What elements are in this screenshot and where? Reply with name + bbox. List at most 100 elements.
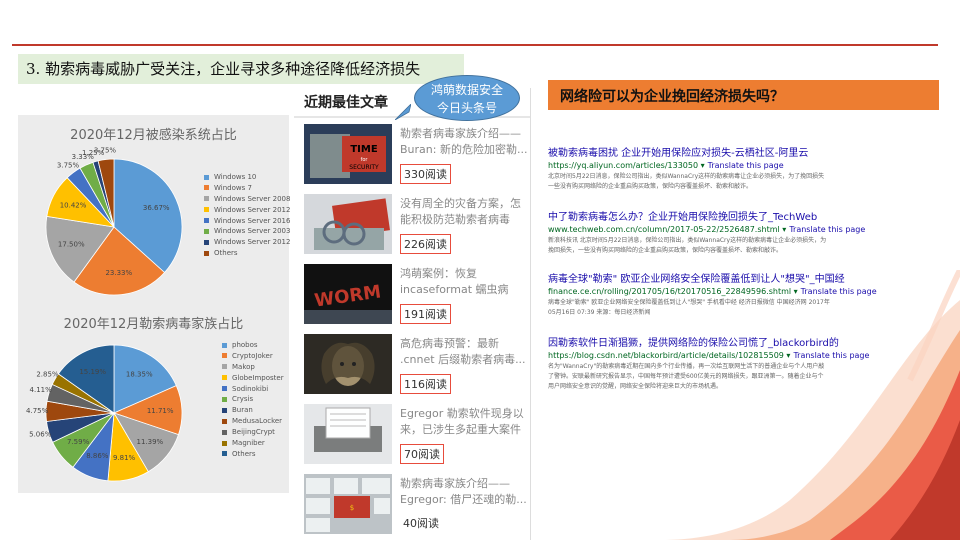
- article-item[interactable]: Egregor 勒索软件现身以来，已涉生多起重大案件 70阅读: [304, 404, 528, 472]
- legend-item: GlobeImposter: [222, 373, 284, 384]
- legend-swatch: [222, 353, 227, 359]
- search-result-snippet: 一些没有购买网络险的企业重启购买政策，保险内容覆盖损坏、勒索和敲诈。: [548, 183, 753, 190]
- pie-slice-label: 5.06%: [29, 431, 52, 439]
- legend-label: phobos: [232, 341, 258, 349]
- article-thumbnail[interactable]: [304, 194, 392, 254]
- legend-label: CryptoJoker: [232, 351, 273, 360]
- legend-swatch: [222, 429, 227, 435]
- pie-slice-label: 11.71%: [147, 407, 174, 415]
- legend-label: Others: [214, 249, 238, 258]
- title-divider-line: [12, 44, 938, 46]
- pie-slice-label: 11.39%: [137, 438, 164, 446]
- legend-swatch: [222, 451, 227, 457]
- source-callout-bubble: 鸿萌数据安全 今日头条号: [414, 75, 520, 121]
- article-item[interactable]: $ 勒索病毒家族介绍——Egregor: 借尸还魂的勒... 40阅读: [304, 474, 528, 542]
- pie-slice-label: 7.59%: [67, 438, 90, 446]
- legend-item: Windows Server 2008: [204, 194, 290, 205]
- legend-swatch: [204, 250, 209, 256]
- chart-title-ransomware-families: 2020年12月勒索病毒家族占比: [63, 317, 244, 332]
- article-title[interactable]: 勒索病毒家族介绍——Egregor: 借尸还魂的勒...: [400, 476, 528, 508]
- legend-label: Makop: [232, 362, 255, 371]
- legend-swatch: [222, 407, 227, 413]
- article-item[interactable]: WORM 鸿萌案例：恢复 incaseformat 蠕虫病毒... 191阅读: [304, 264, 528, 332]
- pie-slice-label: 8.86%: [86, 452, 109, 460]
- legend-label: Magniber: [232, 439, 265, 448]
- legend-label: Others: [232, 449, 256, 458]
- dropdown-arrow-icon[interactable]: ▾: [698, 161, 705, 170]
- article-thumbnail[interactable]: [304, 404, 392, 464]
- svg-text:TIME: TIME: [350, 144, 377, 155]
- article-thumbnail[interactable]: $: [304, 474, 392, 534]
- legend-label: MedusaLocker: [232, 417, 283, 426]
- svg-text:SECURITY: SECURITY: [349, 164, 379, 171]
- article-thumbnail[interactable]: TIME for SECURITY: [304, 124, 392, 184]
- translate-link[interactable]: Translate this page: [708, 161, 784, 170]
- legend-swatch: [204, 185, 209, 191]
- legend-swatch: [222, 386, 227, 392]
- legend-infected-systems: Windows 10 Windows 7 Windows Server 2008 Wi…: [204, 172, 290, 259]
- legend-item: phobos: [222, 340, 284, 351]
- svg-text:$: $: [350, 504, 354, 512]
- legend-swatch: [222, 342, 227, 348]
- legend-item: Windows Server 2012: [204, 205, 290, 216]
- article-list-title: 近期最佳文章: [304, 95, 388, 111]
- legend-item: CryptoJoker: [222, 351, 284, 362]
- article-read-count: 226阅读: [400, 234, 451, 254]
- charts-panel: 2020年12月被感染系统占比 36.67% 23.33% 17.50% 10.42%…: [18, 115, 290, 493]
- legend-item: Windows Server 2012: [204, 237, 290, 248]
- search-result: 被勒索病毒困扰 企业开始用保险应对损失-云栖社区-阿里云 https://yq.…: [548, 144, 888, 192]
- search-result-snippet: 挽回损失，一些没有购买网络险的企业重启购买政策，保险内容覆盖损坏、勒索和敲诈。: [548, 247, 783, 254]
- legend-item: Buran: [222, 405, 284, 416]
- legend-item: Windows 7: [204, 183, 290, 194]
- article-title[interactable]: 没有周全的灾备方案，怎能积极防范勒索者病毒: [400, 196, 528, 228]
- dropdown-arrow-icon[interactable]: ▾: [780, 225, 786, 234]
- article-item[interactable]: 高危病毒预警：最新 .cnnet 后缀勒索者病毒... 116阅读: [304, 334, 528, 402]
- legend-swatch: [222, 364, 227, 370]
- legend-item: MedusaLocker: [222, 416, 284, 427]
- translate-link[interactable]: Translate this page: [789, 225, 865, 234]
- legend-label: Windows 10: [214, 173, 257, 181]
- legend-item: Magniber: [222, 438, 284, 449]
- pie-slice-label: 3.75%: [57, 161, 80, 169]
- search-result-title[interactable]: 被勒索病毒困扰 企业开始用保险应对损失-云栖社区-阿里云: [548, 144, 888, 159]
- article-thumbnail[interactable]: WORM: [304, 264, 392, 324]
- article-title[interactable]: Egregor 勒索软件现身以来，已涉生多起重大案件: [400, 406, 528, 438]
- question-text: 网络险可以为企业挽回经济损失吗？: [560, 89, 784, 105]
- legend-swatch: [204, 207, 209, 213]
- legend-item: Windows 10: [204, 172, 290, 183]
- pie-slice-label: 3.75%: [94, 147, 117, 155]
- legend-item: Makop: [222, 362, 284, 373]
- legend-item: Windows Server 2003: [204, 226, 290, 237]
- article-read-count: 116阅读: [400, 374, 451, 394]
- legend-label: Sodinokibi: [232, 384, 269, 393]
- article-thumbnail[interactable]: [304, 334, 392, 394]
- legend-label: BeijingCrypt: [232, 428, 275, 437]
- legend-swatch: [204, 196, 209, 202]
- article-title[interactable]: 勒索者病毒家族介绍——Buran: 新的危险加密勒...: [400, 126, 528, 158]
- pie-slice-label: 17.50%: [58, 241, 85, 249]
- article-list-panel: 近期最佳文章 TIME for SECURITY 勒索者病毒家族介绍——Buran:…: [294, 88, 531, 540]
- legend-label: GlobeImposter: [232, 373, 284, 382]
- article-read-count: 330阅读: [400, 164, 451, 184]
- legend-swatch: [222, 440, 227, 446]
- search-result-url: https://yq.aliyun.com/articles/133050 ▾ T…: [548, 161, 888, 170]
- bubble-tail: [395, 104, 411, 120]
- search-result-title[interactable]: 中了勒索病毒怎么办？企业开始用保险挽回损失了_TechWeb: [548, 208, 888, 223]
- search-result: 中了勒索病毒怎么办？企业开始用保险挽回损失了_TechWeb www.techw…: [548, 208, 888, 256]
- svg-text:for: for: [361, 157, 369, 163]
- article-title[interactable]: 高危病毒预警：最新 .cnnet 后缀勒索者病毒...: [400, 336, 528, 368]
- legend-label: Windows Server 2008: [214, 194, 291, 203]
- legend-label: Windows Server 2012: [214, 205, 291, 214]
- legend-label: Windows Server 2003: [214, 227, 291, 236]
- legend-swatch: [204, 174, 209, 180]
- legend-label: Buran: [232, 406, 253, 415]
- decorative-wave: [660, 270, 960, 540]
- article-title[interactable]: 鸿萌案例：恢复 incaseformat 蠕虫病毒...: [400, 266, 528, 298]
- question-banner: 网络险可以为企业挽回经济损失吗？: [548, 80, 939, 110]
- legend-label: Windows Server 2016: [214, 216, 291, 225]
- legend-swatch: [222, 396, 227, 402]
- pie-slice-label: 36.67%: [143, 204, 170, 212]
- callout-line-2: 今日头条号: [436, 101, 497, 115]
- article-item[interactable]: 没有周全的灾备方案，怎能积极防范勒索者病毒 226阅读: [304, 194, 528, 262]
- article-item[interactable]: TIME for SECURITY 勒索者病毒家族介绍——Buran: 新的危险加密…: [304, 124, 528, 192]
